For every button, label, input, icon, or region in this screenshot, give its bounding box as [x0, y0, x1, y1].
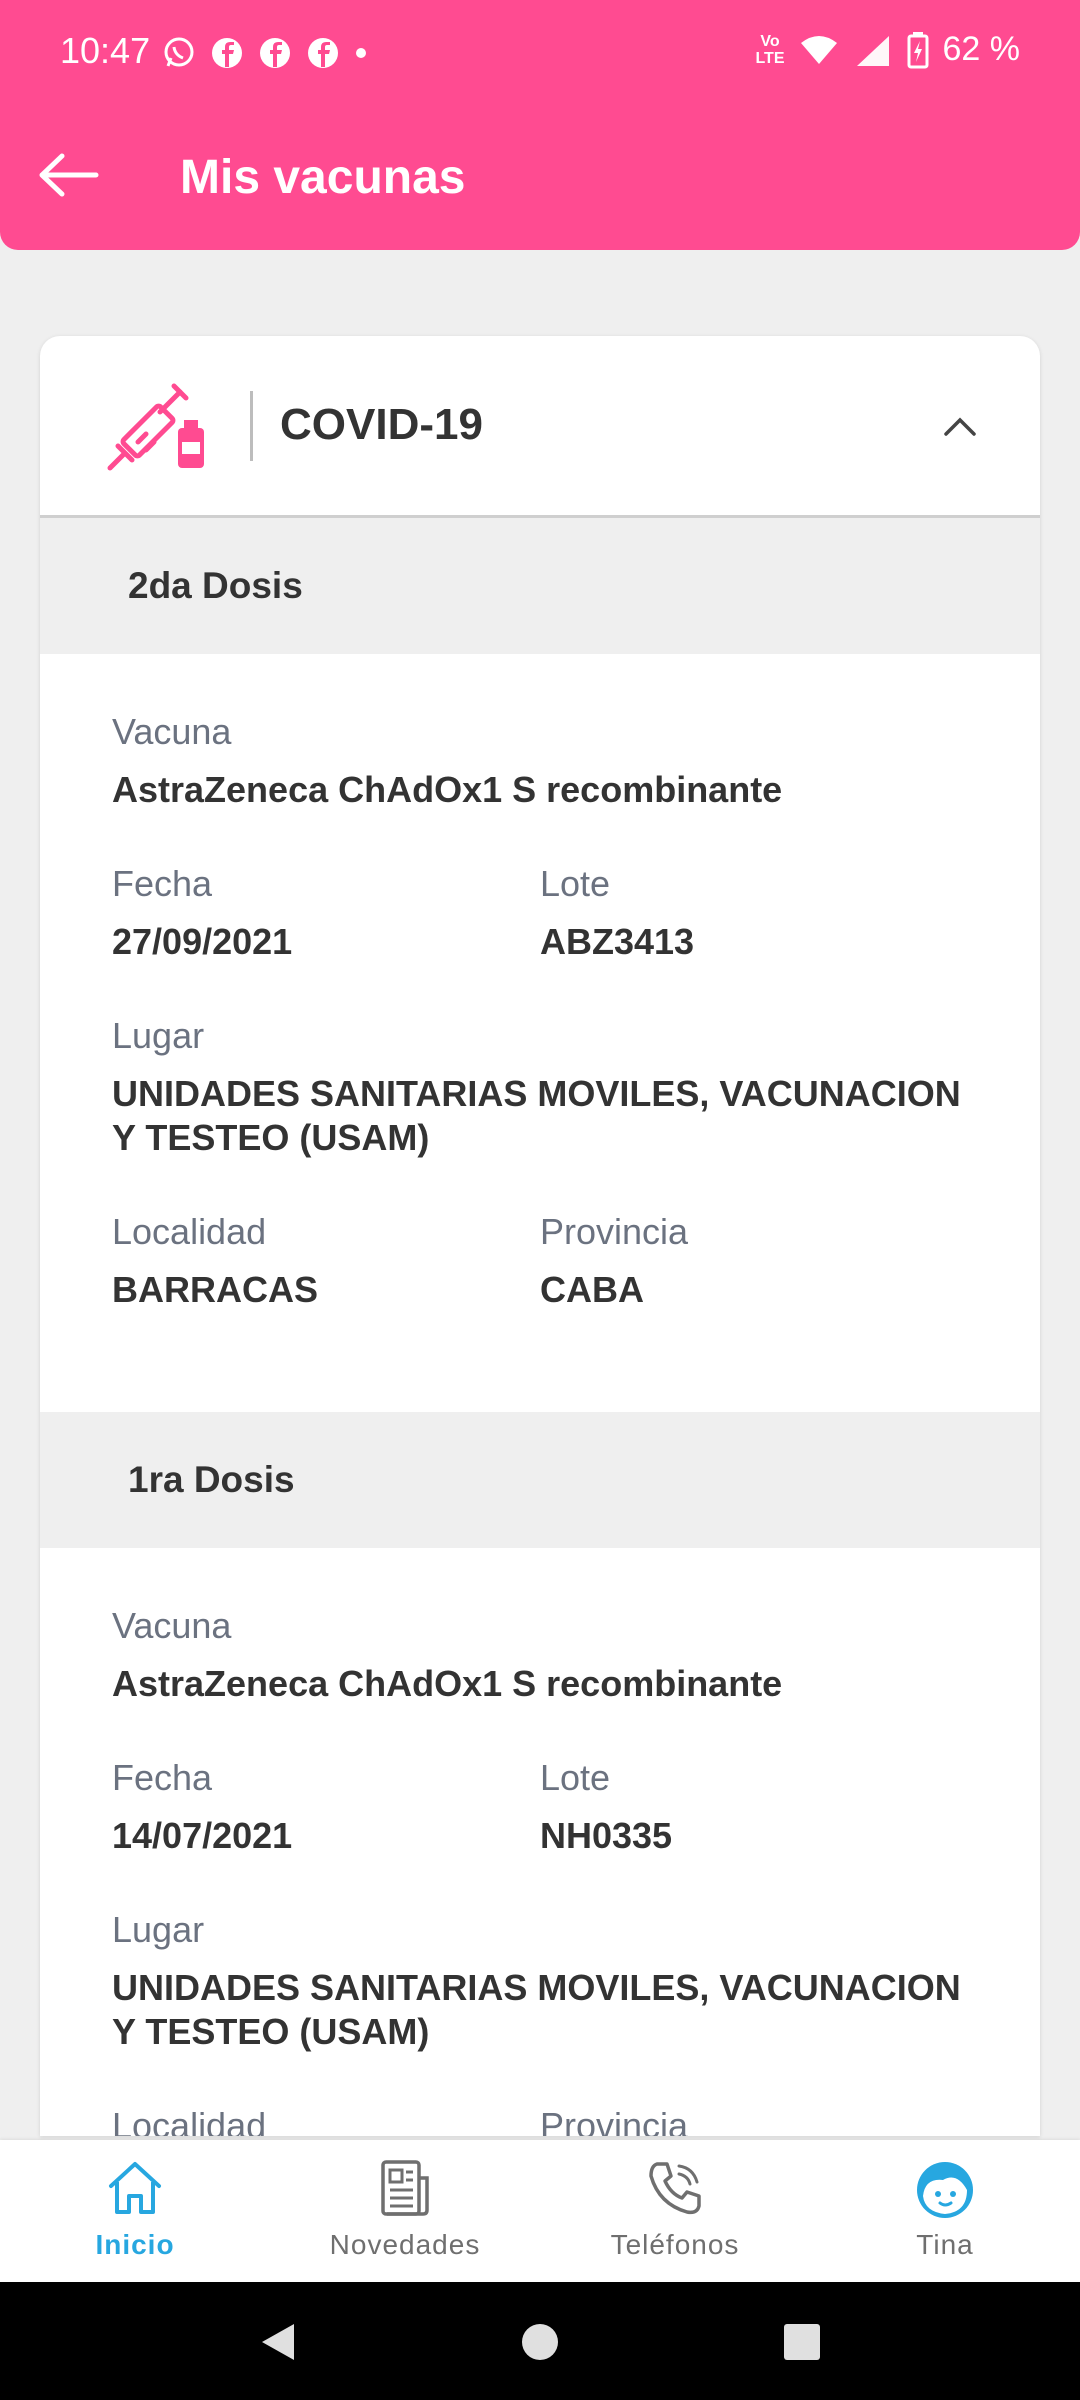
- field-row: Localidad BARRACAS Provincia CABA: [112, 1210, 968, 1362]
- field-row: Fecha 27/09/2021 Lote ABZ3413: [112, 862, 968, 1014]
- field-vacuna: Vacuna AstraZeneca ChAdOx1 S recombinant…: [112, 710, 968, 812]
- tina-avatar-icon: [917, 2162, 973, 2218]
- field-value: 14/07/2021: [112, 1815, 293, 1856]
- vaccine-card-header[interactable]: COVID-19: [40, 336, 1040, 518]
- nav-item-telefonos[interactable]: Teléfonos: [575, 2156, 775, 2261]
- app-bar: 10:47 Vo LTE 62 % Mis vacunas: [0, 0, 1080, 250]
- notification-icons: [162, 36, 368, 70]
- syringe-icon: [107, 383, 204, 471]
- arrow-left-icon: [39, 153, 99, 197]
- battery-percent: 62 %: [942, 30, 1021, 68]
- field-lote: Lote ABZ3413: [540, 862, 968, 964]
- whatsapp-icon: [164, 37, 194, 67]
- chevron-up-icon[interactable]: [940, 406, 980, 446]
- field-label: Provincia: [540, 1211, 689, 1252]
- dose-details: Vacuna AstraZeneca ChAdOx1 S recombinant…: [40, 1548, 1040, 2136]
- vaccine-card-title: COVID-19: [280, 400, 483, 449]
- field-lugar: Lugar UNIDADES SANITARIAS MOVILES, VACUN…: [112, 1014, 968, 1160]
- system-recents-icon[interactable]: [782, 2320, 822, 2364]
- field-lote: Lote NH0335: [540, 1756, 968, 1858]
- field-value: UNIDADES SANITARIAS MOVILES, VACUNACION …: [112, 1967, 961, 2052]
- field-label: Lugar: [112, 1909, 205, 1950]
- wifi-icon: [800, 35, 837, 64]
- field-label: Provincia: [540, 2105, 689, 2136]
- field-label: Localidad: [112, 2105, 267, 2136]
- dose-heading: 1ra Dosis: [40, 1412, 1040, 1548]
- status-time: 10:47: [60, 30, 151, 71]
- field-label: Vacuna: [112, 1605, 232, 1646]
- field-value: 27/09/2021: [112, 921, 293, 962]
- field-value: UNIDADES SANITARIAS MOVILES, VACUNACION …: [112, 1073, 961, 1158]
- signal-icon: [856, 35, 889, 66]
- field-value: AstraZeneca ChAdOx1 S recombinante: [112, 1663, 783, 1704]
- nav-item-inicio[interactable]: Inicio: [35, 2156, 235, 2261]
- dose-heading: 2da Dosis: [40, 518, 1040, 654]
- field-vacuna: Vacuna AstraZeneca ChAdOx1 S recombinant…: [112, 1604, 968, 1706]
- home-icon: [109, 2162, 161, 2214]
- nav-item-tina[interactable]: Tina: [845, 2156, 1045, 2261]
- field-label: Vacuna: [112, 711, 232, 752]
- facebook-icon: [260, 38, 290, 68]
- system-home-icon[interactable]: [520, 2320, 560, 2364]
- field-value: AstraZeneca ChAdOx1 S recombinante: [112, 769, 783, 810]
- back-button[interactable]: [34, 140, 104, 210]
- field-provincia: Provincia CABA: [540, 1210, 968, 1312]
- field-fecha: Fecha 14/07/2021: [112, 1756, 540, 1858]
- field-value: BARRACAS: [112, 1269, 318, 1310]
- dose-details: Vacuna AstraZeneca ChAdOx1 S recombinant…: [40, 654, 1040, 1412]
- nav-label: Tina: [916, 2229, 974, 2260]
- news-icon: [381, 2160, 429, 2216]
- nav-label: Inicio: [95, 2229, 175, 2260]
- field-value: ABZ3413: [540, 921, 695, 962]
- header-divider: [250, 391, 253, 461]
- field-row: Localidad Provincia: [112, 2104, 968, 2136]
- field-label: Lote: [540, 1757, 611, 1798]
- screen: 10:47 Vo LTE 62 % Mis vacunas COVID-19 2…: [0, 0, 1080, 2400]
- vaccine-card: COVID-19 2da Dosis Vacuna AstraZeneca Ch…: [40, 336, 1040, 2136]
- status-right: Vo LTE 62 %: [755, 30, 1020, 69]
- battery-icon: [907, 31, 928, 68]
- field-label: Lote: [540, 863, 611, 904]
- phone-icon: [649, 2162, 701, 2215]
- field-value: NH0335: [540, 1815, 673, 1856]
- field-localidad: Localidad BARRACAS: [112, 1210, 540, 1312]
- field-label: Fecha: [112, 1757, 213, 1798]
- bottom-navigation: Inicio Novedades Teléfonos Tina: [0, 2140, 1080, 2282]
- status-bar: 10:47 Vo LTE 62 %: [0, 0, 1080, 110]
- system-navigation-bar: [0, 2282, 1080, 2400]
- field-label: Fecha: [112, 863, 213, 904]
- nav-label: Novedades: [329, 2229, 481, 2260]
- page-title: Mis vacunas: [180, 151, 466, 204]
- nav-label: Teléfonos: [610, 2229, 740, 2260]
- volte-icon: Vo LTE: [755, 32, 785, 67]
- field-row: Fecha 14/07/2021 Lote NH0335: [112, 1756, 968, 1908]
- field-fecha: Fecha 27/09/2021: [112, 862, 540, 964]
- more-notifications-dot-icon: [356, 48, 366, 58]
- field-label: Lugar: [112, 1015, 205, 1056]
- field-lugar: Lugar UNIDADES SANITARIAS MOVILES, VACUN…: [112, 1908, 968, 2054]
- system-back-icon[interactable]: [258, 2320, 298, 2364]
- field-provincia: Provincia: [540, 2104, 968, 2136]
- field-label: Localidad: [112, 1211, 267, 1252]
- field-value: CABA: [540, 1269, 644, 1310]
- field-localidad: Localidad: [112, 2104, 540, 2136]
- facebook-icon: [308, 38, 338, 68]
- facebook-icon: [212, 38, 242, 68]
- nav-item-novedades[interactable]: Novedades: [305, 2156, 505, 2261]
